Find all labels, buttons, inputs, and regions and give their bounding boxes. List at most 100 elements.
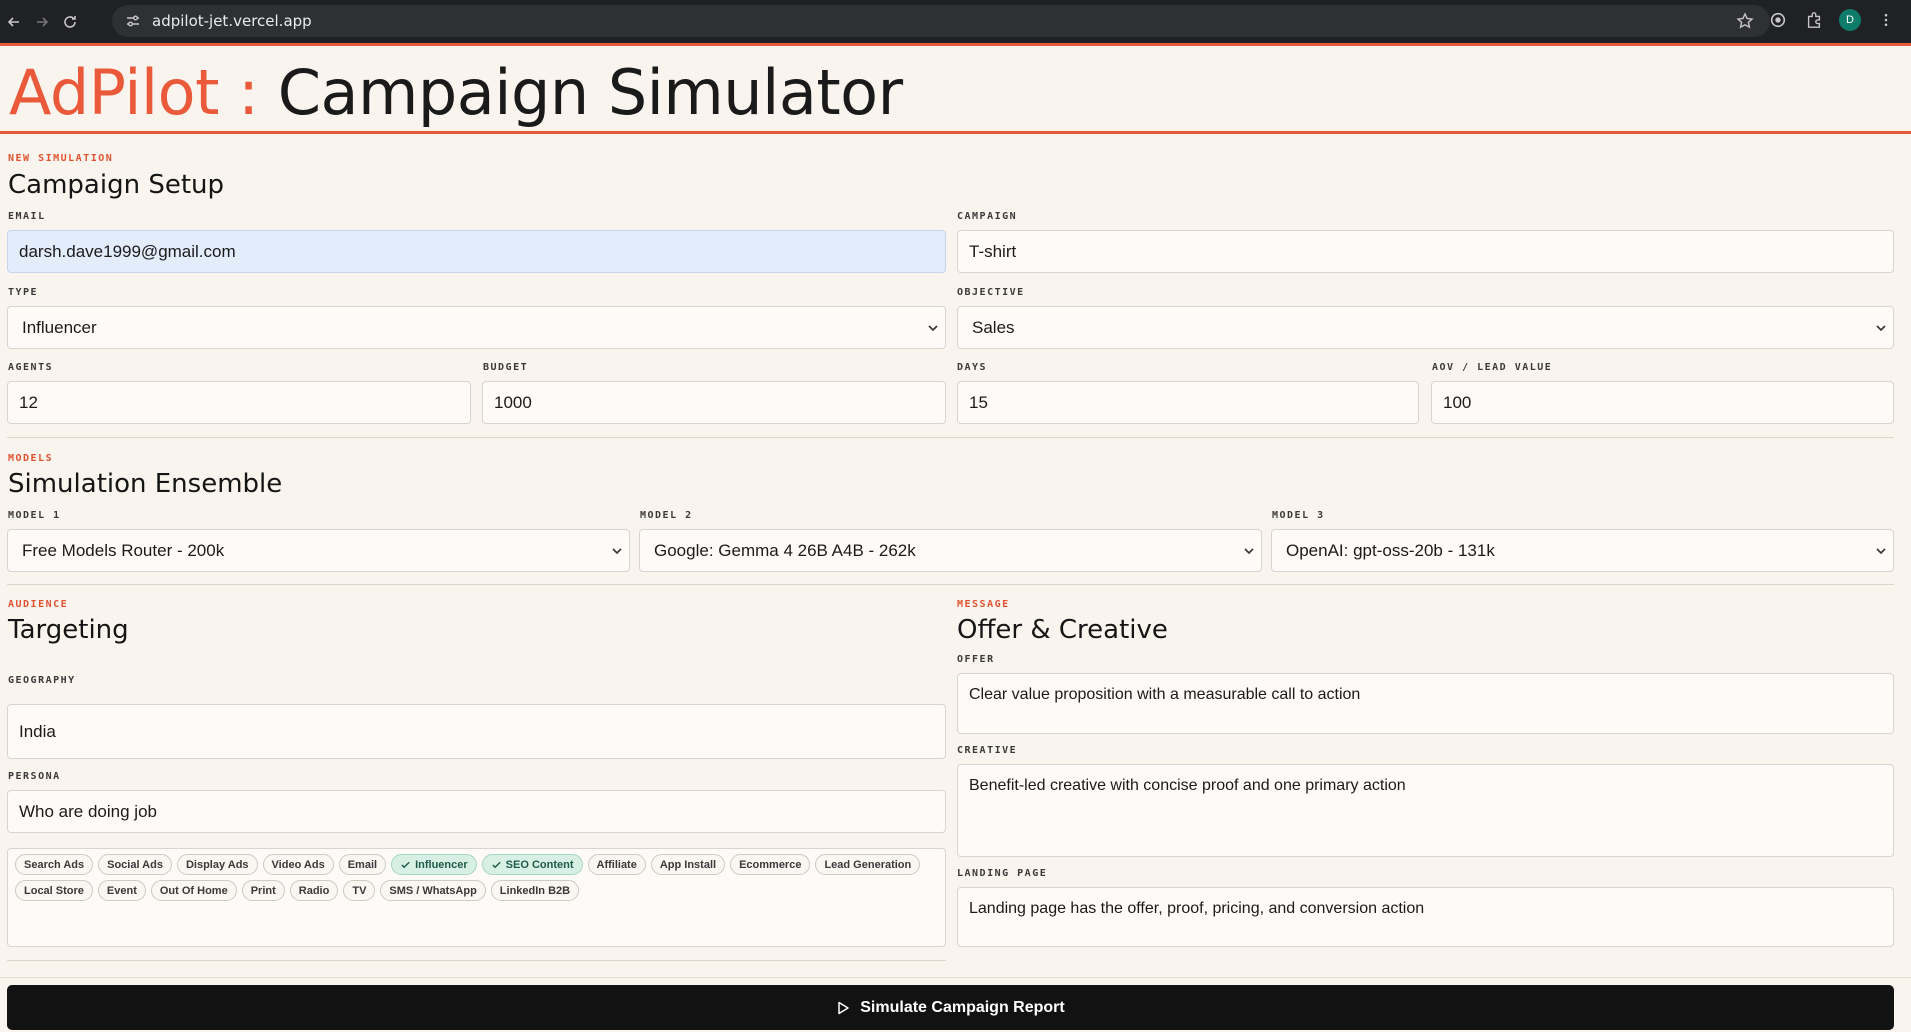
channel-chip-label: SEO Content (505, 858, 574, 871)
channel-chip-label: Out Of Home (159, 884, 228, 897)
check-icon (401, 861, 410, 869)
kebab-menu-icon[interactable] (1875, 9, 1897, 31)
geography-value: India (19, 721, 56, 741)
offer-textarea[interactable]: Clear value proposition with a measurabl… (957, 673, 1894, 734)
aov-label: AOV / LEAD VALUE (1432, 362, 1553, 373)
channel-chip[interactable]: Video Ads (262, 854, 334, 875)
simulate-campaign-button[interactable]: Simulate Campaign Report (7, 985, 1894, 1030)
channel-chip[interactable]: Print (241, 880, 285, 901)
play-icon (838, 1001, 849, 1014)
page-title-text: Campaign Simulator (277, 56, 903, 129)
channel-chip[interactable]: Event (97, 880, 146, 901)
chevron-down-icon (612, 548, 622, 555)
campaign-label: CAMPAIGN (957, 211, 1018, 222)
creative-label: CREATIVE (957, 745, 1018, 756)
channel-chip-label: Video Ads (271, 858, 325, 871)
channel-chip-label: Social Ads (107, 858, 163, 871)
address-bar[interactable]: adpilot-jet.vercel.app (112, 5, 1770, 37)
channel-chip-label: SMS / WhatsApp (389, 884, 477, 897)
model3-label: MODEL 3 (1272, 510, 1325, 521)
section-divider (7, 584, 1894, 585)
agents-field[interactable]: 12 (7, 381, 471, 424)
channel-chip[interactable]: Affiliate (587, 854, 646, 875)
channel-chip[interactable]: Out Of Home (150, 880, 237, 901)
channel-chip-label: Ecommerce (739, 858, 802, 871)
channel-chip-label: Affiliate (596, 858, 637, 871)
type-value: Influencer (22, 317, 97, 337)
footer-divider (0, 977, 1911, 978)
model1-label: MODEL 1 (8, 510, 61, 521)
forward-icon[interactable] (28, 8, 56, 36)
model2-select[interactable]: Google: Gemma 4 26B A4B - 262k (639, 529, 1262, 572)
models-eyebrow: MODELS (8, 453, 54, 464)
landing-page-textarea[interactable]: Landing page has the offer, proof, prici… (957, 887, 1894, 947)
budget-value: 1000 (494, 392, 532, 412)
bookmark-star-icon[interactable] (1736, 12, 1754, 30)
aov-field[interactable]: 100 (1431, 381, 1894, 424)
models-title: Simulation Ensemble (8, 469, 283, 499)
channel-chip[interactable]: Social Ads (98, 854, 172, 875)
channel-chip-label: LinkedIn B2B (499, 884, 571, 897)
offer-value: Clear value proposition with a measurabl… (969, 686, 1361, 703)
chevron-down-icon (1876, 325, 1886, 332)
audience-title: Targeting (8, 615, 129, 645)
channel-chip[interactable]: TV (343, 880, 376, 901)
days-field[interactable]: 15 (957, 381, 1419, 424)
back-icon[interactable] (0, 8, 28, 36)
channel-chip[interactable]: Local Store (15, 880, 93, 901)
channel-chip[interactable]: Email (338, 854, 387, 875)
geography-label: GEOGRAPHY (8, 675, 76, 686)
email-field[interactable]: darsh.dave1999@gmail.com (7, 230, 946, 273)
channel-chip[interactable]: SMS / WhatsApp (380, 880, 486, 901)
app-header: AdPilot : Campaign Simulator (0, 46, 1911, 134)
extensions-puzzle-icon[interactable] (1803, 9, 1825, 31)
extension-circle-icon[interactable] (1767, 9, 1789, 31)
audience-eyebrow: AUDIENCE (8, 599, 69, 610)
chevron-down-icon (928, 325, 938, 332)
channel-chip-label: Radio (298, 884, 330, 897)
channel-chip[interactable]: LinkedIn B2B (490, 880, 580, 901)
profile-avatar[interactable]: D (1839, 9, 1861, 31)
check-icon (491, 861, 501, 869)
channel-chip[interactable]: Ecommerce (730, 854, 811, 875)
channel-chip[interactable]: App Install (650, 854, 726, 875)
message-eyebrow: MESSAGE (957, 599, 1010, 610)
geography-field[interactable]: India (7, 704, 946, 759)
section-divider (7, 437, 1894, 438)
campaign-field[interactable]: T-shirt (957, 230, 1894, 273)
channel-chip[interactable]: SEO Content (481, 854, 583, 875)
channel-chip-label: Local Store (24, 884, 84, 897)
channel-chip[interactable]: Search Ads (15, 854, 94, 875)
channel-chip[interactable]: Radio (289, 880, 339, 901)
objective-label: OBJECTIVE (957, 287, 1025, 298)
model3-select[interactable]: OpenAI: gpt-oss-20b - 131k (1271, 529, 1894, 572)
channel-chip-label: App Install (659, 858, 717, 871)
aov-value: 100 (1443, 392, 1472, 412)
model2-value: Google: Gemma 4 26B A4B - 262k (654, 540, 916, 560)
agents-label: AGENTS (8, 362, 54, 373)
creative-value: Benefit-led creative with concise proof … (969, 777, 1406, 794)
persona-label: PERSONA (8, 771, 61, 782)
reload-icon[interactable] (56, 8, 84, 36)
objective-select[interactable]: Sales (957, 306, 1894, 349)
channel-chip[interactable]: Lead Generation (815, 854, 921, 875)
model2-label: MODEL 2 (640, 510, 693, 521)
setup-title: Campaign Setup (8, 170, 224, 200)
persona-value: Who are doing job (19, 801, 157, 821)
persona-field[interactable]: Who are doing job (7, 790, 946, 833)
budget-field[interactable]: 1000 (482, 381, 946, 424)
channel-chip-label: Search Ads (24, 858, 85, 871)
days-label: DAYS (957, 362, 988, 373)
url-text: adpilot-jet.vercel.app (152, 12, 312, 30)
channel-chip[interactable]: Influencer (391, 854, 477, 875)
site-settings-icon[interactable] (124, 12, 142, 30)
model1-select[interactable]: Free Models Router - 200k (7, 529, 630, 572)
channel-chip[interactable]: Display Ads (176, 854, 258, 875)
message-title: Offer & Creative (957, 615, 1168, 645)
browser-toolbar: adpilot-jet.vercel.app D (0, 0, 1911, 43)
landing-page-label: LANDING PAGE (957, 868, 1048, 879)
type-select[interactable]: Influencer (7, 306, 946, 349)
channel-chip-label: Print (250, 884, 276, 897)
days-value: 15 (969, 392, 988, 412)
creative-textarea[interactable]: Benefit-led creative with concise proof … (957, 764, 1894, 857)
